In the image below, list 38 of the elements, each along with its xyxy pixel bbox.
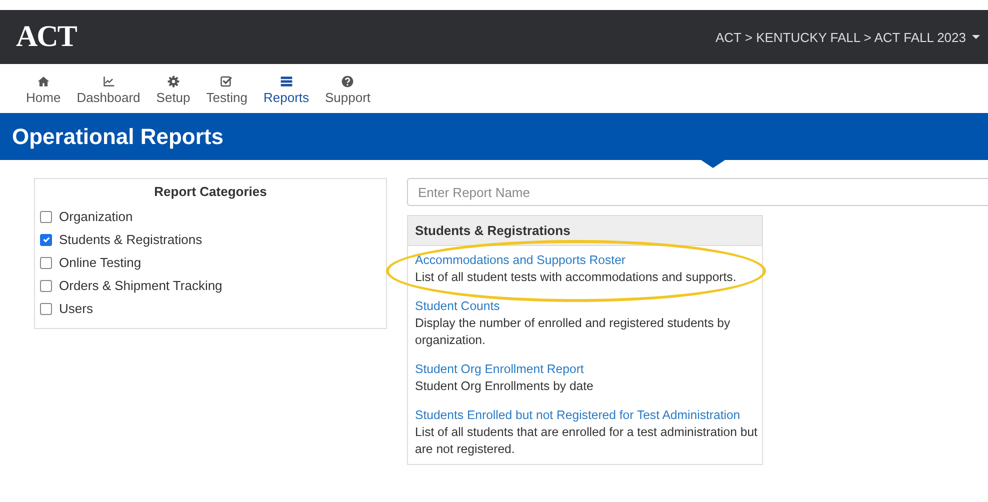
nav-tab[interactable]: Home — [18, 75, 69, 105]
checkbox[interactable] — [40, 280, 52, 292]
checkbox-label: Users — [59, 301, 93, 316]
testing-icon — [220, 75, 234, 88]
breadcrumb-dropdown[interactable]: ACT > KENTUCKY FALL > ACT FALL 2023 — [716, 30, 980, 44]
page-title: Operational Reports — [12, 124, 224, 150]
report-description: List of all student tests with accommodations and supports. — [415, 269, 738, 286]
report-link[interactable]: Student Org Enrollment Report — [415, 361, 758, 378]
checkbox[interactable] — [40, 256, 52, 268]
report-description: List of all students that are enrolled for a test administration but are not registered. — [415, 424, 758, 458]
caret-icon — [972, 35, 980, 39]
nav-tab[interactable]: Testing — [198, 75, 256, 105]
nav-tab[interactable]: Reports — [255, 75, 318, 105]
panel-heading: Students & Registrations — [408, 215, 762, 246]
checkbox-label: Orders & Shipment Tracking — [59, 278, 222, 293]
panel-heading: Report Categories — [153, 184, 268, 199]
nav-tab[interactable]: Support — [317, 75, 379, 105]
reports-icon — [280, 75, 293, 88]
setup-icon — [166, 75, 180, 88]
nav-tab[interactable]: Dashboard — [68, 75, 148, 105]
support-icon — [341, 75, 354, 88]
report-link[interactable]: Accommodations and Supports Roster — [415, 252, 758, 269]
checkbox-label: Students & Registrations — [59, 232, 202, 247]
dashboard-icon — [102, 75, 115, 88]
checkbox-label: Organization — [59, 209, 133, 224]
report-description: Display the number of enrolled and registered students by organization. — [415, 315, 732, 349]
nav-tab[interactable]: Setup — [148, 75, 198, 105]
act-logo[interactable]: ACT — [16, 20, 76, 54]
search-field[interactable]: Enter Report Name — [407, 178, 988, 206]
checkbox[interactable] — [40, 210, 52, 222]
report-description: Student Org Enrollments by date — [415, 378, 594, 395]
report-link[interactable]: Students Enrolled but not Registered for Test Administration — [415, 407, 758, 424]
checkbox[interactable] — [40, 302, 52, 314]
report-link[interactable]: Student Counts — [415, 298, 758, 315]
checkbox-label: Online Testing — [59, 255, 142, 270]
home-icon — [36, 75, 50, 88]
checkbox[interactable] — [40, 234, 52, 246]
check-icon — [42, 235, 50, 244]
